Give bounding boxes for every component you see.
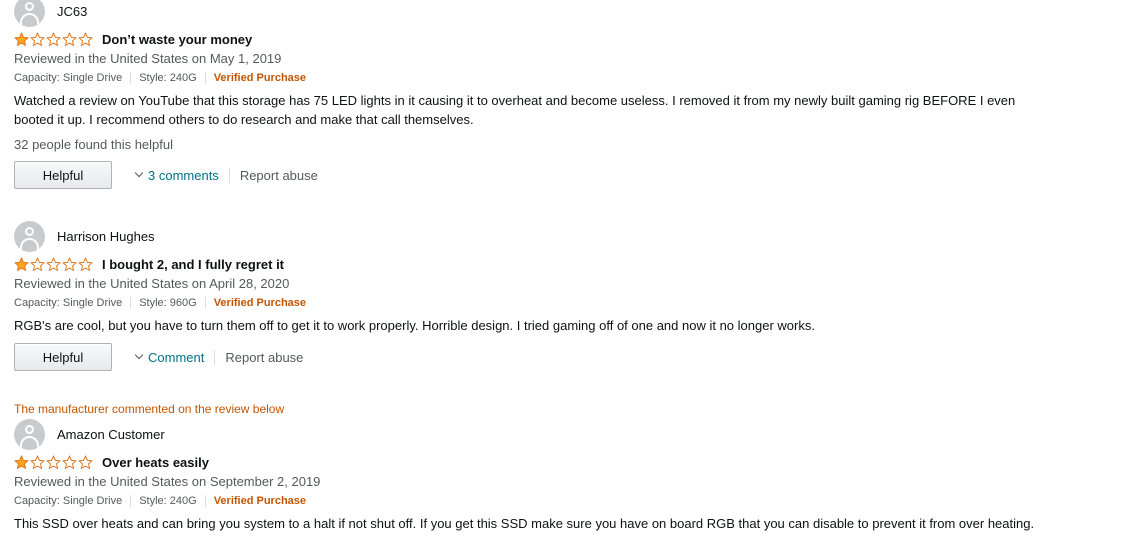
- review-date: Reviewed in the United States on May 1, …: [14, 51, 282, 66]
- comments-label: 3 comments: [148, 167, 219, 183]
- verified-purchase-badge: Verified Purchase: [213, 297, 307, 309]
- avatar: [14, 220, 45, 252]
- chevron-down-icon: [134, 350, 144, 360]
- comment-link[interactable]: Comment: [134, 349, 205, 365]
- avatar: [14, 418, 45, 450]
- star-empty-icon: [46, 32, 61, 46]
- reviewer-profile[interactable]: Amazon Customer: [14, 418, 1124, 450]
- review-body: Watched a review on YouTube that this st…: [14, 91, 1124, 129]
- star-empty-icon: [62, 455, 77, 469]
- reviewer-profile[interactable]: JC63: [14, 0, 1124, 27]
- reviewer-name[interactable]: JC63: [57, 4, 87, 19]
- star-empty-icon: [62, 257, 77, 271]
- chevron-down-icon: [134, 168, 144, 178]
- star-empty-icon: [46, 257, 61, 271]
- review-title[interactable]: Over heats easily: [102, 455, 209, 470]
- star-rating[interactable]: [14, 455, 94, 470]
- capacity-label[interactable]: Capacity: Single Drive: [14, 494, 122, 508]
- star-filled-icon: [14, 455, 29, 469]
- star-empty-icon: [30, 257, 45, 271]
- capacity-label[interactable]: Capacity: Single Drive: [14, 296, 122, 310]
- review-1: JC63 Don’t waste your money Reviewed in …: [14, 0, 1124, 189]
- comment-label: Comment: [148, 349, 205, 365]
- capacity-label[interactable]: Capacity: Single Drive: [14, 71, 122, 85]
- review-body-line: booted it up. I recommend others to do r…: [14, 112, 474, 127]
- reviewer-name[interactable]: Harrison Hughes: [57, 229, 155, 244]
- star-filled-icon: [14, 257, 29, 271]
- verified-purchase-badge: Verified Purchase: [213, 495, 307, 507]
- report-abuse-link[interactable]: Report abuse: [240, 168, 318, 183]
- review-date: Reviewed in the United States on Septemb…: [14, 474, 321, 489]
- star-empty-icon: [78, 32, 93, 46]
- review-title[interactable]: I bought 2, and I fully regret it: [102, 257, 284, 272]
- star-empty-icon: [78, 455, 93, 469]
- star-empty-icon: [46, 455, 61, 469]
- star-filled-icon: [14, 32, 29, 46]
- style-label[interactable]: Style: 240G: [139, 71, 196, 85]
- star-empty-icon: [30, 32, 45, 46]
- report-abuse-link[interactable]: Report abuse: [225, 350, 303, 365]
- review-body-line: Watched a review on YouTube that this st…: [14, 93, 1016, 108]
- helpful-button[interactable]: Helpful: [14, 161, 112, 189]
- star-empty-icon: [30, 455, 45, 469]
- star-empty-icon: [78, 257, 93, 271]
- helpful-count: 32 people found this helpful: [14, 137, 174, 152]
- review-body: RGB's are cool, but you have to turn the…: [14, 316, 1124, 335]
- avatar: [14, 0, 45, 27]
- style-label[interactable]: Style: 240G: [139, 494, 196, 508]
- style-label[interactable]: Style: 960G: [139, 296, 196, 310]
- review-date: Reviewed in the United States on April 2…: [14, 276, 290, 291]
- review-body: This SSD over heats and can bring you sy…: [14, 514, 1124, 533]
- star-empty-icon: [62, 32, 77, 46]
- star-rating[interactable]: [14, 257, 94, 272]
- helpful-button[interactable]: Helpful: [14, 343, 112, 371]
- review-format: Capacity: Single Drive Style: 240G Verif…: [14, 494, 1124, 508]
- review-2: Harrison Hughes I bought 2, and I fully …: [14, 220, 1124, 371]
- verified-purchase-badge: Verified Purchase: [213, 72, 307, 84]
- review-format: Capacity: Single Drive Style: 960G Verif…: [14, 296, 1124, 310]
- star-rating[interactable]: [14, 32, 94, 47]
- review-body-line: This SSD over heats and can bring you sy…: [14, 516, 1035, 531]
- review-body-line: RGB's are cool, but you have to turn the…: [14, 318, 815, 333]
- comments-link[interactable]: 3 comments: [134, 167, 219, 183]
- reviewer-name[interactable]: Amazon Customer: [57, 427, 165, 442]
- review-title[interactable]: Don’t waste your money: [102, 32, 252, 47]
- review-format: Capacity: Single Drive Style: 240G Verif…: [14, 71, 1124, 85]
- reviewer-profile[interactable]: Harrison Hughes: [14, 220, 1124, 252]
- manufacturer-comment-note: The manufacturer commented on the review…: [14, 402, 285, 416]
- review-3: Amazon Customer Over heats easily Review…: [14, 418, 1124, 533]
